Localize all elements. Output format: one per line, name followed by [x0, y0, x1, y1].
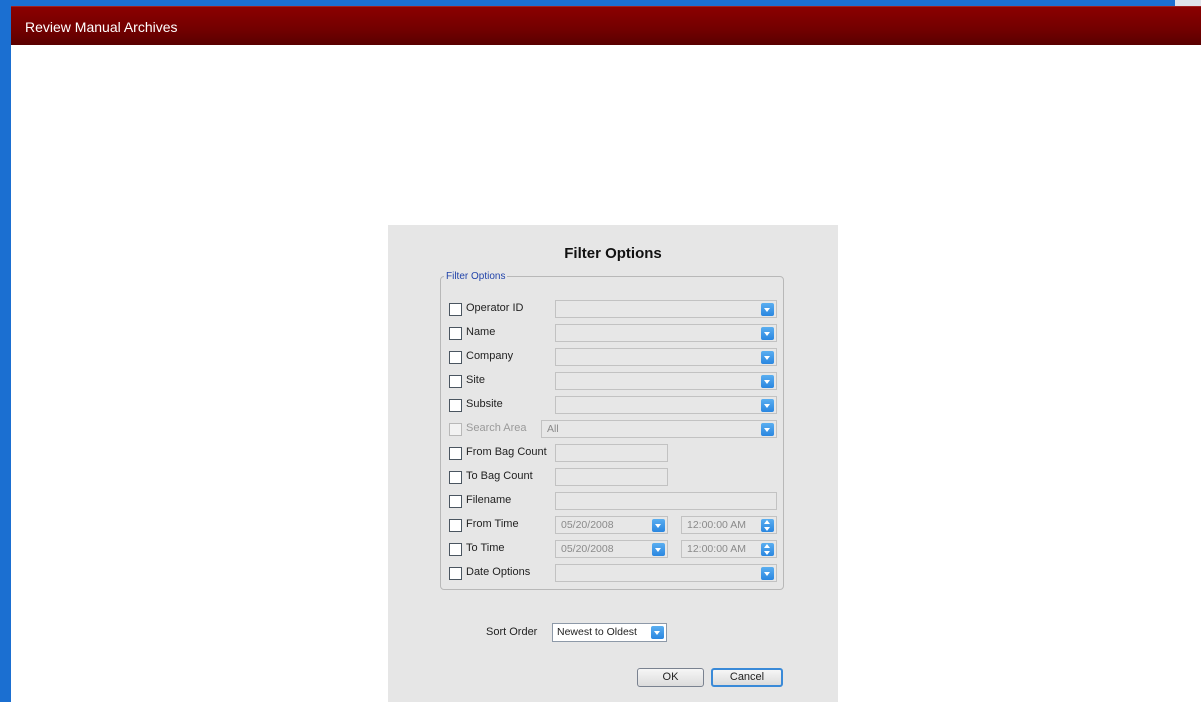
name-dropdown[interactable]	[555, 324, 777, 342]
chevron-down-icon[interactable]	[761, 303, 774, 316]
subsite-dropdown[interactable]	[555, 396, 777, 414]
sort-order-select[interactable]: Newest to Oldest	[552, 623, 667, 642]
name-label: Name	[466, 326, 496, 338]
from-time-spinner[interactable]: 12:00:00 AM	[681, 516, 777, 534]
to-date-picker[interactable]: 05/20/2008	[555, 540, 668, 558]
date-options-dropdown[interactable]	[555, 564, 777, 582]
operator-id-dropdown[interactable]	[555, 300, 777, 318]
date-options-label: Date Options	[466, 566, 531, 578]
to-bag-count-checkbox[interactable]	[449, 471, 462, 484]
chevron-down-icon[interactable]	[761, 327, 774, 340]
to-bag-count-input[interactable]	[555, 468, 668, 486]
search-area-label: Search Area	[466, 422, 527, 434]
calendar-dropdown-icon[interactable]	[652, 519, 665, 532]
company-dropdown[interactable]	[555, 348, 777, 366]
search-area-checkbox[interactable]	[449, 423, 462, 436]
chevron-down-icon[interactable]	[761, 567, 774, 580]
dialog-title: Filter Options	[564, 245, 662, 262]
site-label: Site	[466, 374, 485, 386]
filename-checkbox[interactable]	[449, 495, 462, 508]
sort-order-value: Newest to Oldest	[557, 626, 637, 638]
from-time-value: 12:00:00 AM	[687, 519, 746, 531]
chevron-down-icon[interactable]	[761, 351, 774, 364]
name-checkbox[interactable]	[449, 327, 462, 340]
from-date-value: 05/20/2008	[561, 519, 614, 531]
subsite-checkbox[interactable]	[449, 399, 462, 412]
ok-button[interactable]: OK	[637, 668, 704, 687]
operator-id-label: Operator ID	[466, 302, 524, 314]
company-label: Company	[466, 350, 514, 362]
to-time-label: To Time	[466, 542, 505, 554]
filename-input[interactable]	[555, 492, 777, 510]
search-area-dropdown[interactable]: All	[541, 420, 777, 438]
company-checkbox[interactable]	[449, 351, 462, 364]
to-date-value: 05/20/2008	[561, 543, 614, 555]
window-titlebar: Review Manual Archives	[11, 6, 1201, 45]
groupbox-label: Filter Options	[444, 271, 508, 282]
from-date-picker[interactable]: 05/20/2008	[555, 516, 668, 534]
to-time-checkbox[interactable]	[449, 543, 462, 556]
to-bag-count-label: To Bag Count	[466, 470, 533, 482]
subsite-label: Subsite	[466, 398, 503, 410]
operator-id-checkbox[interactable]	[449, 303, 462, 316]
window-left-border	[0, 0, 11, 702]
from-time-checkbox[interactable]	[449, 519, 462, 532]
to-time-spinner[interactable]: 12:00:00 AM	[681, 540, 777, 558]
from-time-label: From Time	[466, 518, 519, 530]
filename-label: Filename	[466, 494, 512, 506]
site-dropdown[interactable]	[555, 372, 777, 390]
date-options-checkbox[interactable]	[449, 567, 462, 580]
from-bag-count-input[interactable]	[555, 444, 668, 462]
spin-updown-icon[interactable]	[761, 543, 774, 556]
chevron-down-icon[interactable]	[761, 423, 774, 436]
sort-order-label: Sort Order	[486, 626, 538, 638]
calendar-dropdown-icon[interactable]	[652, 543, 665, 556]
chevron-down-icon[interactable]	[761, 399, 774, 412]
spin-updown-icon[interactable]	[761, 519, 774, 532]
chevron-down-icon[interactable]	[761, 375, 774, 388]
search-area-value: All	[547, 423, 559, 435]
cancel-button[interactable]: Cancel	[711, 668, 783, 687]
filter-options-dialog: Filter Options Filter Options Operator I…	[388, 225, 838, 702]
window-title: Review Manual Archives	[25, 19, 178, 35]
chevron-down-icon[interactable]	[651, 626, 664, 639]
site-checkbox[interactable]	[449, 375, 462, 388]
to-time-value: 12:00:00 AM	[687, 543, 746, 555]
from-bag-count-label: From Bag Count	[466, 446, 547, 458]
from-bag-count-checkbox[interactable]	[449, 447, 462, 460]
